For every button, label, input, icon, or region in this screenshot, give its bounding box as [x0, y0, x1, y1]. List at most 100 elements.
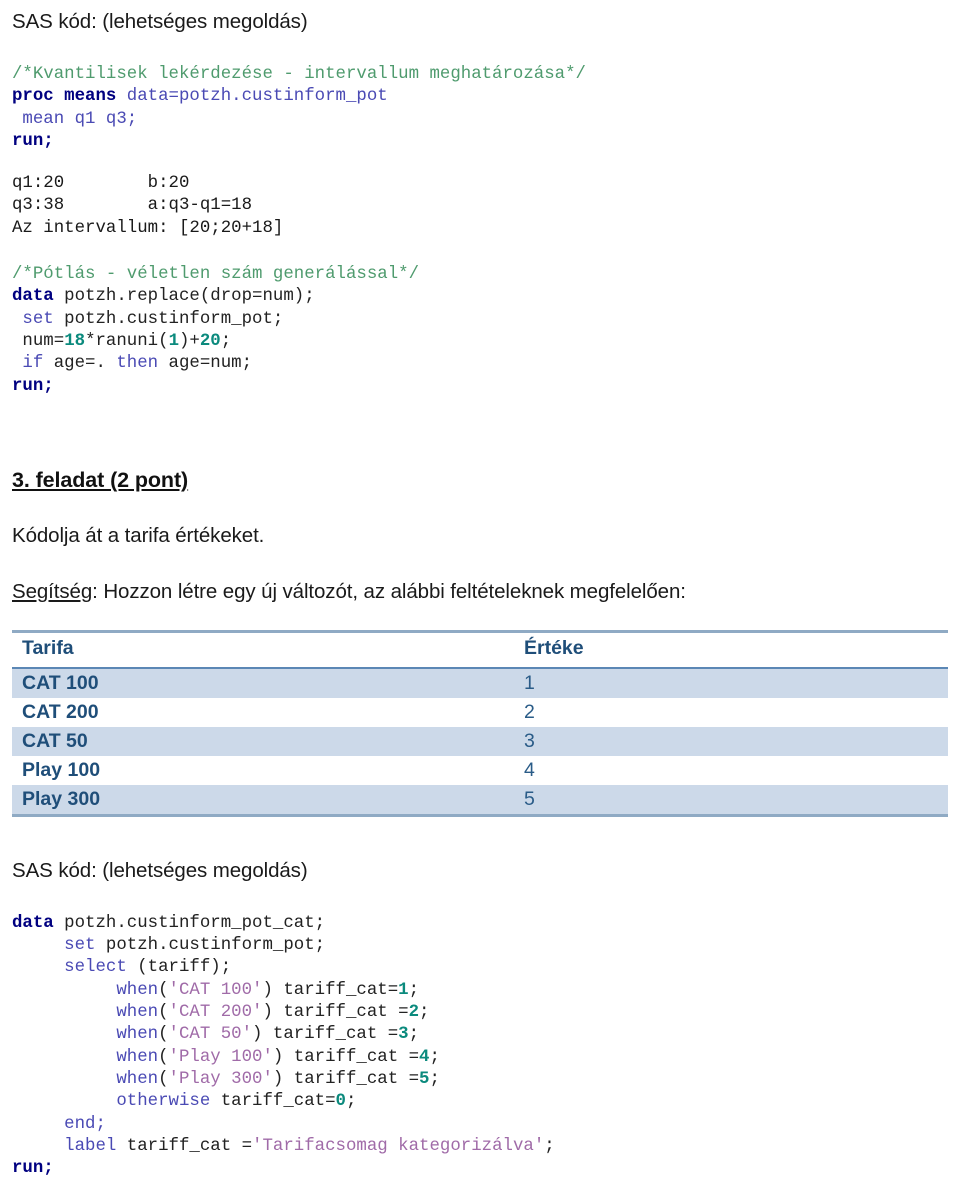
code-string: 'CAT 200': [168, 1003, 263, 1023]
table-head: Tarifa Értéke: [12, 629, 948, 669]
hint-label: Segítség: [12, 579, 93, 603]
code-mean-statement: mean q1 q3;: [12, 109, 138, 129]
code-semicolon: ;: [220, 331, 232, 351]
code-keyword-end: end;: [12, 1114, 106, 1134]
code-paren: (: [158, 1003, 169, 1023]
cell-tarifa: CAT 200: [12, 697, 522, 727]
code-string: 'Play 100': [168, 1047, 273, 1067]
code-block-select-when: data potzh.custinform_pot_cat; set potzh…: [12, 913, 948, 1180]
code-number: 1: [398, 980, 409, 1000]
code-comment: /*Pótlás - véletlen szám generálással*/: [12, 265, 420, 285]
code-string: 'CAT 100': [168, 980, 263, 1000]
code-assign: ) tariff_cat =: [272, 1047, 420, 1067]
code-keyword-when: when: [12, 1003, 159, 1023]
code-dataset-ref: potzh.custinform_pot;: [53, 309, 284, 329]
code-keyword-run: run;: [12, 376, 54, 396]
code-keyword-otherwise: otherwise: [12, 1092, 211, 1112]
code-number: 1: [168, 331, 179, 351]
table-body: CAT 100 1 CAT 200 2 CAT 50 3 Play 100 4 …: [12, 667, 948, 817]
code-paren: (: [158, 980, 169, 1000]
column-header-ertek: Értéke: [522, 629, 948, 669]
code-keyword-if: if: [12, 354, 44, 374]
table-row: CAT 200 2: [12, 697, 948, 727]
code-number: 2: [408, 1003, 420, 1023]
table-header-row: Tarifa Értéke: [12, 629, 948, 669]
code-dataset-ref: potzh.custinform_pot_cat;: [53, 913, 326, 933]
code-keyword-label: label: [12, 1136, 117, 1156]
code-assign: ) tariff_cat =: [272, 1069, 420, 1089]
cell-ertek: 1: [522, 667, 948, 698]
code-keyword-when: when: [12, 1069, 159, 1089]
code-keyword-run: run;: [12, 1159, 54, 1179]
code-paren: (: [158, 1025, 169, 1045]
output-line-q1: q1:20 b:20: [12, 174, 190, 194]
code-keyword-when: when: [12, 980, 159, 1000]
table-row: CAT 50 3: [12, 726, 948, 756]
code-condition: age=.: [43, 354, 106, 374]
cell-ertek: 4: [522, 755, 948, 785]
code-select-arg: (tariff);: [126, 958, 232, 978]
code-assign-num: num=: [12, 331, 65, 351]
table-row: Play 100 4: [12, 755, 948, 785]
cell-tarifa: Play 300: [12, 784, 522, 817]
output-line-interval: Az intervallum: [20;20+18]: [12, 218, 284, 238]
cell-tarifa: Play 100: [12, 755, 522, 785]
code-semicolon: ;: [408, 1025, 420, 1045]
task-description: Kódolja át a tarifa értékeket.: [12, 523, 265, 547]
column-header-tarifa: Tarifa: [12, 629, 522, 669]
code-keyword-when: when: [12, 1047, 159, 1067]
cell-tarifa: CAT 50: [12, 726, 522, 756]
section-one-heading: SAS kód: (lehetséges megoldás): [12, 10, 308, 33]
cell-tarifa: CAT 100: [12, 667, 522, 698]
code-block-proc-means: /*Kvantilisek lekérdezése - intervallum …: [12, 64, 948, 153]
code-assign: ) tariff_cat =: [252, 1025, 399, 1045]
code-semicolon: ;: [429, 1069, 440, 1089]
code-assign: ) tariff_cat =: [262, 1003, 409, 1023]
cell-ertek: 3: [522, 726, 948, 756]
code-keyword-data: data: [12, 913, 54, 933]
code-semicolon: ;: [408, 980, 420, 1000]
code-comment: /*Kvantilisek lekérdezése - intervallum …: [12, 65, 586, 84]
code-keyword-select: select: [12, 958, 127, 978]
code-number: 18: [64, 331, 86, 351]
code-number: 5: [419, 1069, 430, 1089]
code-dataset-ref: potzh.custinform_pot;: [95, 936, 326, 956]
cell-ertek: 2: [522, 697, 948, 727]
code-keyword-run: run;: [12, 131, 54, 151]
output-block-quantiles: q1:20 b:20 q3:38 a:q3-q1=18 Az intervall…: [12, 173, 948, 240]
code-number: 20: [199, 331, 221, 351]
code-semicolon: ;: [544, 1136, 555, 1156]
code-label-var: tariff_cat =: [116, 1136, 253, 1156]
code-assign: ) tariff_cat=: [262, 980, 399, 1000]
code-keyword-then: then: [105, 354, 159, 374]
code-number: 4: [419, 1047, 430, 1067]
hint-paragraph: Segítség: Hozzon létre egy új változót, …: [12, 578, 948, 606]
output-line-q3: q3:38 a:q3-q1=18: [12, 196, 253, 216]
code-paren: (: [158, 1047, 169, 1067]
code-string: 'Tarifacsomag kategorizálva': [252, 1136, 545, 1156]
code-semicolon: ;: [345, 1092, 357, 1112]
code-fn-ranuni: *ranuni(: [85, 331, 169, 351]
code-assign-age: age=num;: [158, 354, 253, 374]
code-keyword-proc-means: proc means: [12, 87, 117, 107]
code-semicolon: ;: [419, 1003, 430, 1023]
code-paren: (: [158, 1069, 169, 1089]
cell-ertek: 5: [522, 784, 948, 817]
table-row: Play 300 5: [12, 784, 948, 817]
document-page: SAS kód: (lehetséges megoldás) /*Kvantil…: [0, 0, 960, 1178]
code-keyword-set: set: [12, 309, 54, 329]
hint-text: : Hozzon létre egy új változót, az alább…: [92, 579, 686, 603]
code-dataset-ref: potzh.replace(drop=num);: [53, 287, 315, 307]
code-semicolon: ;: [429, 1047, 440, 1067]
code-block-replace: /*Pótlás - véletlen szám generálással*/ …: [12, 264, 948, 398]
section-three-heading: SAS kód: (lehetséges megoldás): [12, 858, 308, 882]
code-keyword-data: data: [12, 287, 54, 307]
